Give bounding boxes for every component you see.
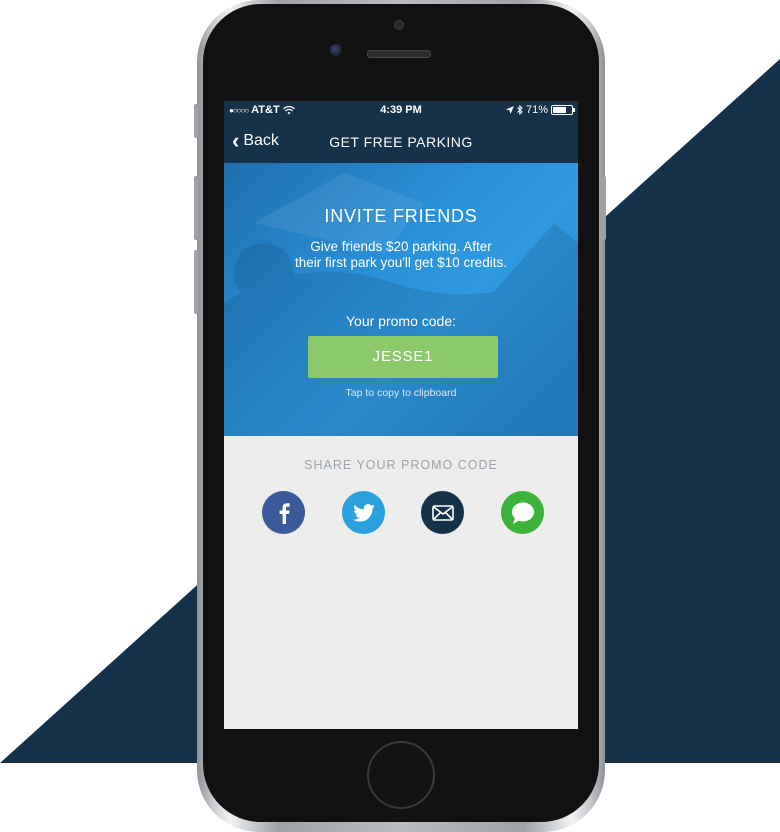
email-share-button[interactable]: [421, 491, 464, 534]
twitter-icon: [352, 503, 375, 522]
invite-title: INVITE FRIENDS: [324, 206, 478, 226]
page-title: GET FREE PARKING: [329, 134, 473, 150]
invite-hero: INVITE FRIENDS Give friends $20 parking.…: [224, 163, 578, 436]
home-button[interactable]: [367, 741, 435, 809]
navigation-bar: ‹ Back GET FREE PARKING: [224, 121, 578, 163]
promo-code-label: Your promo code:: [346, 313, 456, 329]
share-title: SHARE YOUR PROMO CODE: [304, 458, 498, 472]
location-arrow-icon: [505, 106, 514, 114]
front-camera: [330, 44, 342, 56]
earpiece-speaker: [367, 50, 431, 58]
app-screen: ●○○○○ AT&T 4:39 PM 71% ‹ Back GET FREE P…: [224, 101, 578, 729]
email-icon: [431, 504, 454, 521]
proximity-sensor: [394, 20, 404, 30]
invite-subtitle-line2: their first park you'll get $10 credits.: [295, 255, 507, 270]
power-button: [602, 176, 606, 240]
mute-switch: [194, 104, 198, 138]
volume-up-button: [194, 176, 198, 240]
messages-icon: [511, 502, 534, 524]
bluetooth-icon: [517, 105, 523, 115]
share-buttons: [224, 491, 578, 535]
invite-subtitle: Give friends $20 parking. After their fi…: [264, 239, 538, 271]
iphone-frame: ●○○○○ AT&T 4:39 PM 71% ‹ Back GET FREE P…: [194, 0, 606, 832]
facebook-share-button[interactable]: [262, 491, 305, 534]
battery-icon: [551, 105, 575, 115]
volume-down-button: [194, 250, 198, 314]
copy-hint: Tap to copy to clipboard: [345, 387, 457, 399]
invite-subtitle-line1: Give friends $20 parking. After: [310, 239, 492, 254]
messages-share-button[interactable]: [501, 491, 544, 534]
facebook-icon: [279, 502, 290, 524]
battery-percent: 71%: [525, 104, 548, 116]
status-bar: ●○○○○ AT&T 4:39 PM 71%: [224, 101, 578, 121]
twitter-share-button[interactable]: [342, 491, 385, 534]
promo-code-button[interactable]: JESSE1: [308, 336, 498, 378]
